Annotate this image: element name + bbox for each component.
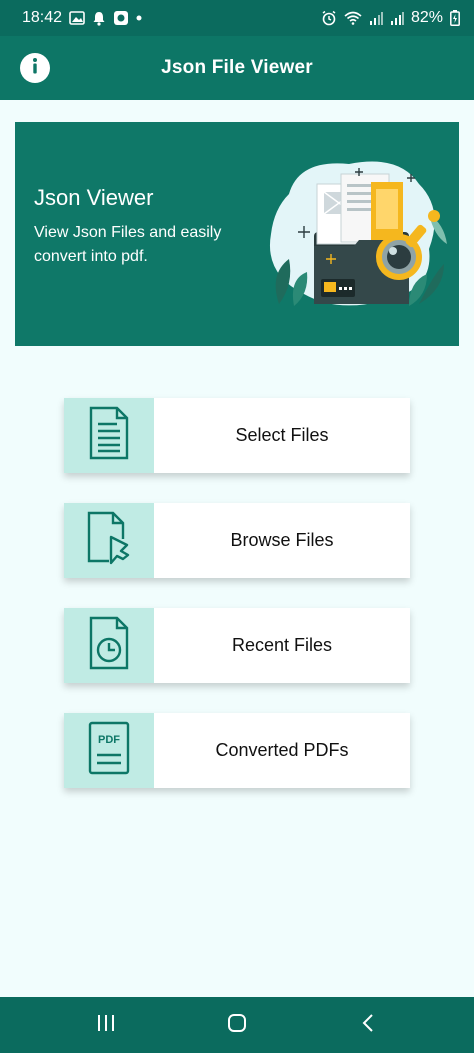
- battery-percentage: 82%: [410, 9, 443, 26]
- info-button[interactable]: [20, 53, 50, 83]
- recent-apps-button[interactable]: [76, 1005, 136, 1045]
- browse-files-button[interactable]: Browse Files: [64, 503, 410, 578]
- recent-files-label: Recent Files: [231, 635, 333, 655]
- app-bar: Json File Viewer: [0, 36, 474, 100]
- back-chevron-icon: [361, 1013, 375, 1038]
- converted-pdfs-button[interactable]: PDF Converted PDFs: [64, 713, 410, 788]
- hero-banner: Json Viewer View Json Files and easily c…: [15, 122, 459, 346]
- svg-text:PDF: PDF: [98, 734, 120, 746]
- home-button[interactable]: [207, 1005, 267, 1045]
- back-button[interactable]: [338, 1005, 398, 1045]
- json-files-illustration: [259, 154, 449, 314]
- battery-charging-icon: [450, 10, 460, 26]
- browse-files-label: Browse Files: [230, 530, 334, 550]
- gallery-notification-icon: [69, 11, 85, 25]
- banner-title: Json Viewer: [34, 185, 154, 210]
- action-icon-box: [64, 398, 154, 473]
- status-time: 18:42: [22, 9, 63, 26]
- bell-notification-icon: [92, 11, 106, 26]
- action-icon-box: PDF: [64, 713, 154, 788]
- converted-pdfs-label: Converted PDFs: [215, 740, 349, 760]
- alarm-icon: [321, 10, 337, 26]
- system-nav-bar: [0, 997, 474, 1053]
- document-lines-icon: [89, 406, 129, 465]
- recent-files-button[interactable]: Recent Files: [64, 608, 410, 683]
- more-notifications-dot-icon: [136, 15, 142, 21]
- banner-subtitle: View Json Files and easily convert into …: [34, 224, 222, 265]
- status-bar: 18:42 82%: [0, 0, 474, 36]
- app-title: Json File Viewer: [161, 57, 313, 78]
- pdf-document-icon: PDF: [88, 721, 130, 780]
- select-files-label: Select Files: [235, 425, 329, 445]
- app-notification-icon: [113, 10, 129, 26]
- wifi-icon: [344, 11, 362, 25]
- signal-icon-1: [369, 11, 383, 25]
- home-icon: [227, 1013, 247, 1038]
- document-clock-icon: [89, 616, 129, 675]
- document-cursor-icon: [87, 511, 131, 570]
- select-files-button[interactable]: Select Files: [64, 398, 410, 473]
- recent-apps-icon: [96, 1014, 116, 1037]
- signal-icon-2: [390, 11, 404, 25]
- action-icon-box: [64, 608, 154, 683]
- info-icon: [20, 51, 50, 86]
- action-icon-box: [64, 503, 154, 578]
